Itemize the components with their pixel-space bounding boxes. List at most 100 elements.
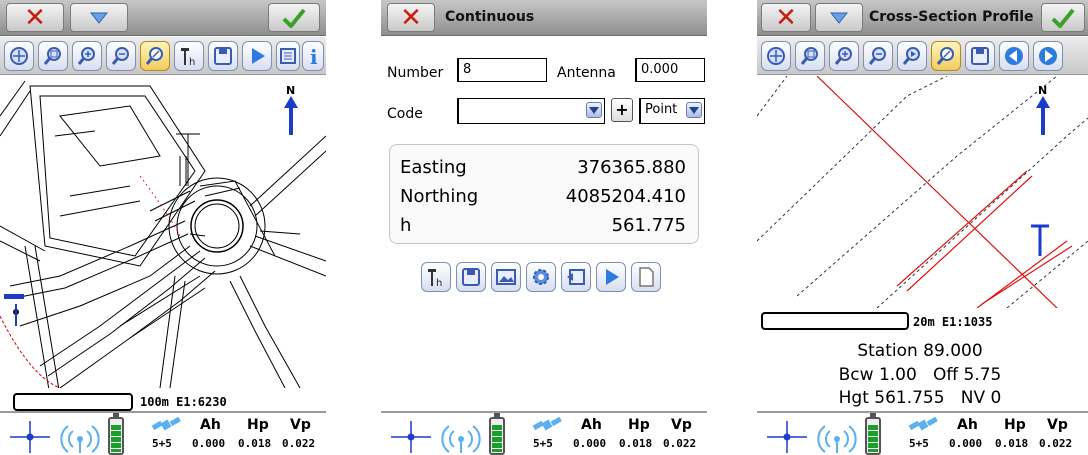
height-label: h xyxy=(400,215,412,236)
station-text: Station 89.000 xyxy=(857,341,983,361)
zoom-out-button[interactable] xyxy=(863,41,893,71)
gps-position-icon[interactable] xyxy=(10,421,56,453)
north-arrow-icon xyxy=(284,96,298,135)
easting-label: Easting xyxy=(400,157,467,178)
radio-signal-icon[interactable] xyxy=(58,421,102,453)
code-label: Code xyxy=(387,106,423,122)
chevron-down-icon xyxy=(586,102,602,118)
code-select[interactable] xyxy=(457,98,605,124)
map-canvas[interactable] xyxy=(0,76,326,388)
next-icon xyxy=(1039,47,1057,65)
battery-icon[interactable] xyxy=(865,413,881,455)
close-icon: ✕ xyxy=(24,2,46,33)
ah-value: 0.000 xyxy=(192,437,226,450)
image-icon xyxy=(496,269,516,285)
satellite-icon xyxy=(908,416,938,431)
previous-icon xyxy=(1005,47,1023,65)
northing-value: 4085204.410 xyxy=(565,186,686,207)
ok-button[interactable] xyxy=(1041,3,1085,32)
antenna-height-button[interactable]: h xyxy=(174,41,204,71)
gps-position-icon[interactable] xyxy=(391,421,437,453)
pan-button[interactable] xyxy=(931,41,961,71)
chevron-down-icon xyxy=(830,12,848,24)
point-type-select[interactable]: Point xyxy=(639,98,705,124)
check-icon xyxy=(1051,8,1075,28)
status-bar: 5+5 Ah Hp Vp 0.000 0.018 0.022 xyxy=(381,411,707,455)
pan-button[interactable] xyxy=(140,41,170,71)
zoom-out-icon xyxy=(111,47,129,65)
zoom-out-button[interactable] xyxy=(106,41,136,71)
zoom-out-icon xyxy=(868,47,886,65)
add-code-button[interactable]: + xyxy=(611,98,633,122)
coordinates-box: Easting 376365.880 Northing 4085204.410 … xyxy=(389,144,699,244)
zoom-all-button[interactable] xyxy=(761,41,791,71)
new-page-button[interactable] xyxy=(631,262,661,292)
map-toolbar: h i xyxy=(0,37,326,75)
menu-dropdown-button[interactable] xyxy=(815,3,863,32)
info-icon: i xyxy=(310,45,318,67)
status-bar: 5+5 Ah Hp Vp 0.000 0.018 0.022 xyxy=(0,411,326,455)
close-button[interactable]: ✕ xyxy=(387,3,435,32)
chevron-down-icon xyxy=(686,102,702,118)
zoom-all-button[interactable] xyxy=(4,41,34,71)
layers-button[interactable] xyxy=(276,41,300,71)
settings-button[interactable] xyxy=(526,262,556,292)
gps-position-icon[interactable] xyxy=(767,421,813,453)
scale-bar xyxy=(13,393,133,411)
close-button[interactable]: ✕ xyxy=(761,3,811,32)
radio-signal-icon[interactable] xyxy=(815,421,859,453)
battery-icon[interactable] xyxy=(489,413,505,455)
scale-label: 20m E1:1035 xyxy=(913,315,993,329)
hp-value: 0.018 xyxy=(619,437,653,450)
ah-label: Ah xyxy=(581,417,602,433)
info-button[interactable]: i xyxy=(302,41,324,71)
play-button[interactable] xyxy=(596,262,626,292)
vp-label: Vp xyxy=(671,417,692,433)
battery-icon[interactable] xyxy=(108,413,124,455)
zoom-previous-button[interactable] xyxy=(897,41,927,71)
status-bar: 5+5 Ah Hp Vp 0.000 0.018 0.022 xyxy=(757,411,1088,455)
antenna-height-button[interactable]: h xyxy=(421,262,451,292)
radio-signal-icon[interactable] xyxy=(439,421,483,453)
bcw-off-text: Bcw 1.00 Off 5.75 xyxy=(838,365,1002,385)
close-button[interactable]: ✕ xyxy=(6,3,64,32)
easting-value: 376365.880 xyxy=(577,157,686,178)
image-button[interactable] xyxy=(491,262,521,292)
number-field[interactable]: 8 xyxy=(457,58,547,82)
antenna-height-icon: h xyxy=(428,269,442,288)
zoom-all-icon xyxy=(10,47,28,65)
zoom-window-button[interactable] xyxy=(38,41,68,71)
satellite-icon xyxy=(151,416,181,431)
list-button[interactable] xyxy=(561,262,591,292)
scale-bar xyxy=(761,312,909,330)
menu-dropdown-button[interactable] xyxy=(70,3,128,32)
hp-label: Hp xyxy=(628,417,650,433)
point-type-value: Point xyxy=(645,102,678,117)
play-button[interactable] xyxy=(242,41,272,71)
save-button[interactable] xyxy=(208,41,238,71)
svg-text:h: h xyxy=(436,278,442,288)
scale-label: 100m E1:6230 xyxy=(140,395,227,409)
svg-text:h: h xyxy=(189,57,195,67)
save-button[interactable] xyxy=(456,262,486,292)
next-station-button[interactable] xyxy=(1033,41,1063,71)
vp-label: Vp xyxy=(290,417,311,433)
continuous-panel: ✕ Continuous Number 8 Antenna 0.000 Code… xyxy=(381,0,707,455)
satellite-count: 5+5 xyxy=(533,437,553,450)
save-button[interactable] xyxy=(965,41,995,71)
cross-section-panel: ✕ Cross-Section Profile N 20m E1:1035 St… xyxy=(757,0,1088,455)
antenna-field[interactable]: 0.000 xyxy=(635,58,705,82)
hp-value: 0.018 xyxy=(238,437,272,450)
zoom-window-button[interactable] xyxy=(795,41,825,71)
title-bar: ✕ xyxy=(0,0,326,36)
zoom-in-button[interactable] xyxy=(829,41,859,71)
hp-label: Hp xyxy=(247,417,269,433)
close-icon: ✕ xyxy=(400,2,422,33)
previous-station-button[interactable] xyxy=(999,41,1029,71)
gear-icon xyxy=(533,269,549,285)
title-bar: ✕ Continuous xyxy=(381,0,707,36)
svg-text:i: i xyxy=(310,45,318,67)
hp-value: 0.018 xyxy=(995,437,1029,450)
ok-button[interactable] xyxy=(268,3,320,32)
zoom-in-button[interactable] xyxy=(72,41,102,71)
